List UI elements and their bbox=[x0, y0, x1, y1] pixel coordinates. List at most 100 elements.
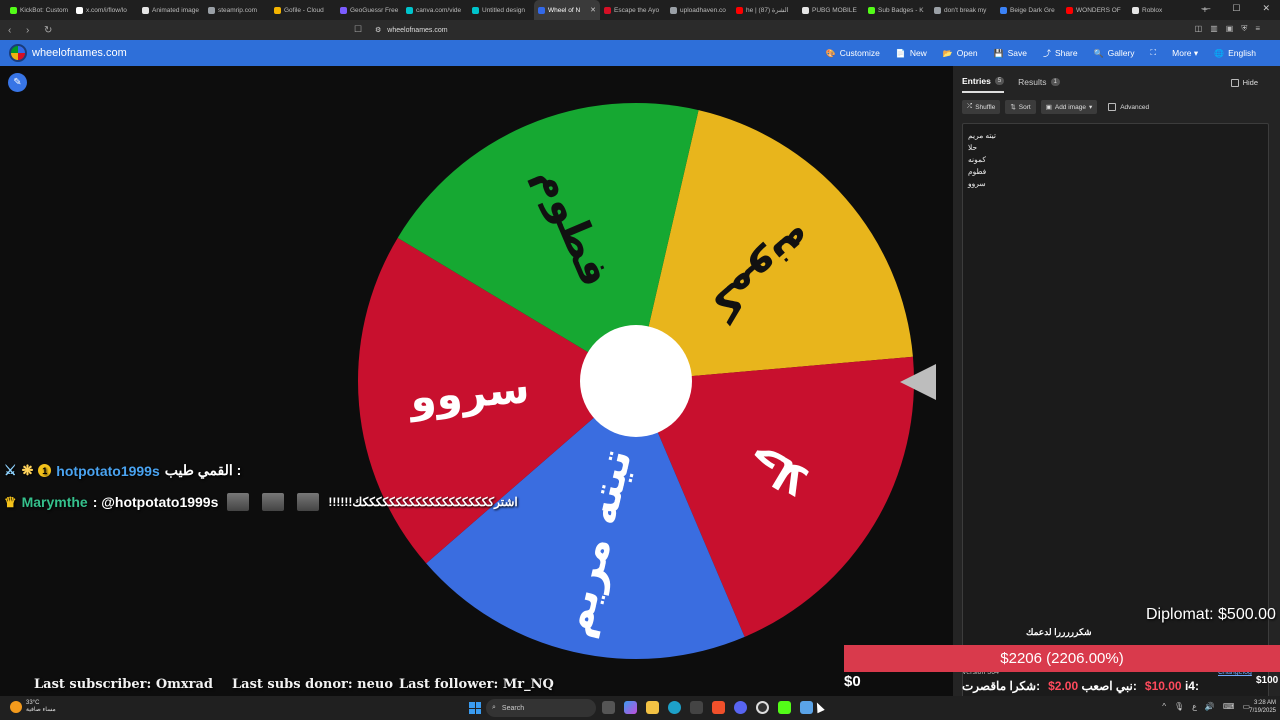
sort-icon: ⇅ bbox=[1010, 104, 1016, 111]
maximize-icon[interactable]: ☐ bbox=[1232, 3, 1240, 14]
shield-icon[interactable]: ⛨ bbox=[1241, 24, 1247, 34]
sort-button[interactable]: ⇅ Sort bbox=[1005, 100, 1036, 114]
hide-toggle[interactable]: Hide bbox=[1230, 78, 1258, 87]
file-explorer-icon[interactable] bbox=[646, 701, 659, 714]
extension-icon[interactable]: ◫ bbox=[1195, 24, 1203, 34]
site-name[interactable]: wheelofnames.com bbox=[32, 47, 127, 59]
browser-tab[interactable]: Beige Dark Gre bbox=[996, 0, 1062, 20]
site-info-icon[interactable]: ⚙ bbox=[375, 26, 381, 34]
ticker-amount: $10.00 bbox=[1144, 679, 1182, 693]
add-image-button[interactable]: ▣ Add image ▾ bbox=[1040, 100, 1098, 114]
notepad-icon[interactable] bbox=[800, 701, 813, 714]
search-icon: 🔍 bbox=[1093, 48, 1104, 58]
crown-icon: ♛ bbox=[4, 493, 17, 510]
kick-icon[interactable] bbox=[778, 701, 791, 714]
browser-tab[interactable]: canva.com/vide bbox=[402, 0, 468, 20]
menu-open-button[interactable]: 📂 Open bbox=[943, 48, 978, 58]
chevron-up-icon[interactable]: ^ bbox=[1162, 702, 1166, 711]
browser-tab[interactable]: WONDERS OF bbox=[1062, 0, 1128, 20]
menu-fullscreen-button[interactable]: ⛶ bbox=[1151, 48, 1157, 58]
ticker-text: شكرا ماقصرت: bbox=[962, 679, 1041, 693]
clock-date: 7/19/2025 bbox=[1249, 708, 1276, 714]
bookmark-icon[interactable]: ☐ bbox=[354, 24, 362, 35]
browser-tab-label: Roblox bbox=[1142, 6, 1163, 14]
browser-tab[interactable]: PUBG MOBILE bbox=[798, 0, 864, 20]
browser-tab-label: PUBG MOBILE bbox=[812, 6, 857, 14]
tab-results-label: Results bbox=[1018, 77, 1047, 87]
minimize-icon[interactable]: — bbox=[1201, 3, 1210, 14]
reload-icon[interactable]: ↻ bbox=[44, 25, 54, 36]
palette-icon: 🎨 bbox=[825, 48, 836, 58]
wheel-logo-icon[interactable] bbox=[9, 44, 27, 62]
network-icon[interactable]: ⌨ bbox=[1223, 702, 1235, 711]
sun-icon bbox=[10, 701, 22, 713]
shuffle-button[interactable]: ⤮ Shuffle bbox=[962, 100, 1001, 114]
menu-save-button[interactable]: 💾 Save bbox=[994, 48, 1027, 58]
back-icon[interactable]: ‹ bbox=[8, 25, 18, 36]
menu-share-button[interactable]: ⤴ Share bbox=[1043, 48, 1078, 59]
menu-icon[interactable]: ≡ bbox=[1255, 24, 1260, 34]
discord-icon[interactable] bbox=[734, 701, 747, 714]
weather-widget[interactable]: 33°C مساء صافية bbox=[10, 700, 56, 714]
close-icon[interactable]: ✕ bbox=[1262, 3, 1270, 14]
windows-start-icon[interactable] bbox=[469, 702, 481, 714]
tab-results[interactable]: Results 1 bbox=[1018, 76, 1060, 93]
language-icon[interactable]: ع bbox=[1192, 702, 1197, 711]
browser-tab-label: canva.com/vide bbox=[416, 6, 462, 14]
browser-tab[interactable]: don't break my bbox=[930, 0, 996, 20]
chat-message: ♛ Marymthe : @hotpotato1999s !!!!!!اشترك… bbox=[4, 493, 518, 511]
browser-tab[interactable]: steamrip.com bbox=[204, 0, 270, 20]
browser-tab[interactable]: KickBot: Custom bbox=[6, 0, 72, 20]
forward-icon[interactable]: › bbox=[26, 25, 36, 36]
edit-pencil-icon[interactable]: ✎ bbox=[8, 73, 27, 92]
browser-tab[interactable]: Gofile - Cloud bbox=[270, 0, 336, 20]
hide-checkbox[interactable] bbox=[1230, 78, 1239, 87]
results-count-badge: 1 bbox=[1050, 78, 1060, 86]
entry-line: حلا bbox=[968, 143, 978, 152]
wheel[interactable]: كمونهحلاتيته مريمسرووفطوم bbox=[300, 66, 930, 696]
menu-new-button[interactable]: 📄 New bbox=[896, 48, 927, 58]
advanced-checkbox[interactable] bbox=[1108, 103, 1117, 111]
sword-icon: ⚔ bbox=[4, 462, 17, 478]
taskbar-search[interactable]: ⌕ Search bbox=[486, 699, 596, 717]
browser-tab[interactable]: Escape the Ayo bbox=[600, 0, 666, 20]
menu-more-button[interactable]: More ▾ bbox=[1172, 48, 1198, 59]
ticker-text: i4: bbox=[1184, 679, 1199, 693]
menu-label: Gallery bbox=[1107, 48, 1135, 58]
sidebar-icon[interactable]: ▥ bbox=[1210, 24, 1218, 34]
browser-tab[interactable]: Animated image bbox=[138, 0, 204, 20]
advanced-toggle[interactable]: Advanced bbox=[1108, 103, 1149, 111]
copilot-icon[interactable] bbox=[624, 701, 637, 714]
microphone-icon[interactable]: 🎙 bbox=[1174, 702, 1184, 711]
menu-english-button[interactable]: 🌐 English bbox=[1214, 48, 1256, 58]
tab-entries[interactable]: Entries 5 bbox=[962, 76, 1005, 93]
wallet-icon[interactable]: ▣ bbox=[1226, 24, 1234, 34]
tab-entries-label: Entries bbox=[962, 76, 991, 86]
tab-favicon-icon bbox=[604, 6, 611, 14]
chat-username: hotpotato1999s bbox=[56, 462, 160, 479]
browser-tab[interactable]: Wheel of N ✕ bbox=[534, 0, 600, 20]
close-tab-icon[interactable]: ✕ bbox=[590, 6, 596, 14]
address-bar[interactable]: ⚙ wheelofnames.com bbox=[370, 23, 910, 37]
task-view-icon[interactable] bbox=[602, 701, 615, 714]
browser-tab[interactable]: Roblox bbox=[1128, 0, 1194, 20]
menu-customize-button[interactable]: 🎨 Customize bbox=[826, 48, 880, 58]
browser-tab[interactable]: he | الشرة (87) bbox=[732, 0, 798, 20]
browser-tab-label: he | الشرة (87) bbox=[746, 7, 789, 14]
browser-tab-label: KickBot: Custom bbox=[20, 6, 69, 14]
browser-tab[interactable]: x.com/i/flow/lo bbox=[72, 0, 138, 20]
brave-icon[interactable] bbox=[712, 701, 725, 714]
browser-tab[interactable]: Untitled design bbox=[468, 0, 534, 20]
wheel-center-hub[interactable] bbox=[580, 325, 692, 437]
browser-tab[interactable]: Sub Badges - K bbox=[864, 0, 930, 20]
edge-icon[interactable] bbox=[668, 701, 681, 714]
entry-line: سروو bbox=[968, 179, 986, 188]
clock[interactable]: 3:28 AM 7/19/2025 bbox=[1246, 699, 1276, 715]
ticker-amount: $2.00 bbox=[1048, 679, 1079, 693]
obs-icon[interactable] bbox=[756, 701, 769, 714]
menu-gallery-button[interactable]: 🔍 Gallery bbox=[1094, 48, 1135, 58]
store-icon[interactable] bbox=[690, 701, 703, 714]
browser-tab[interactable]: GeoGuessr Free bbox=[336, 0, 402, 20]
browser-tab[interactable]: uploadhaven.co bbox=[666, 0, 732, 20]
volume-icon[interactable]: 🔊 bbox=[1205, 702, 1215, 711]
